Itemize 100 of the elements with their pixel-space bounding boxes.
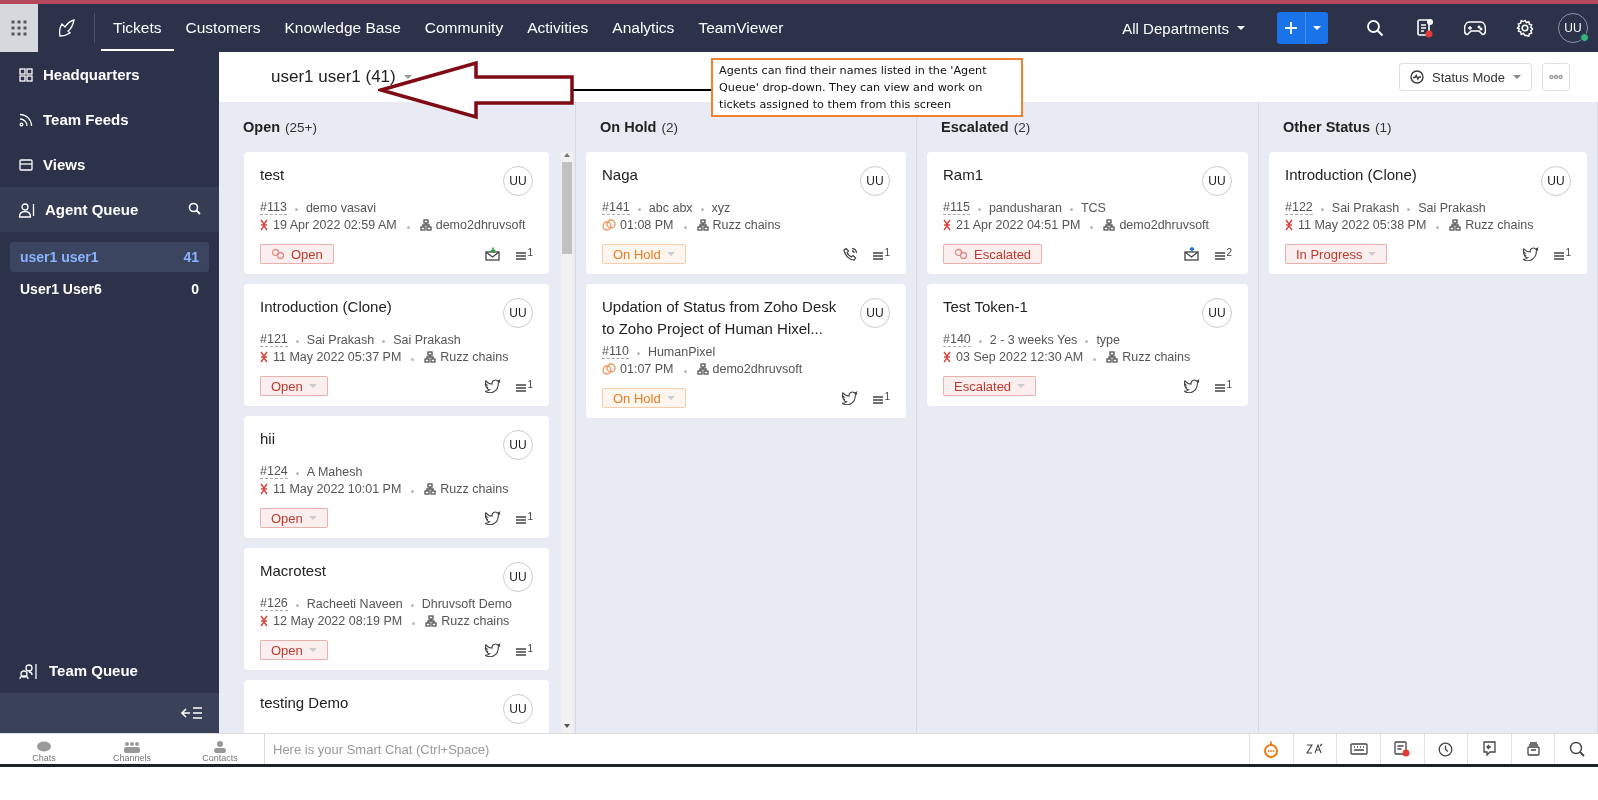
thread-count[interactable]: 1 — [872, 392, 890, 404]
status-dropdown[interactable]: In Progress — [1285, 244, 1388, 264]
hierarchy-icon — [1449, 219, 1462, 231]
ticket-number[interactable]: #121 — [260, 332, 288, 347]
hierarchy-icon — [1106, 351, 1119, 363]
person-icon — [213, 741, 227, 753]
thread-count[interactable]: 1 — [872, 248, 890, 260]
ticket-card[interactable]: hii UU #124 A Mahesh 11 May 2022 10:01 PM Ruzz chains Open 1 — [244, 416, 549, 538]
ticket-card[interactable]: Macrotest UU #126 Racheeti Naveen Dhruvsoft Demo 12 May 2022 08:19 PM Ruzz chains Open 1 — [244, 548, 549, 670]
ticket-meta: A Mahesh — [306, 464, 363, 479]
ticket-subject: Introduction (Clone) — [260, 297, 393, 317]
thread-count[interactable]: 1 — [515, 512, 533, 524]
thread-count[interactable]: 1 — [1214, 380, 1232, 392]
clipboard-alert-icon — [1416, 18, 1434, 38]
status-dropdown[interactable]: Escalated — [943, 376, 1037, 396]
archive-icon — [1525, 741, 1541, 757]
scrollbar[interactable] — [561, 152, 573, 733]
agent-item[interactable]: user1 user1 41 — [10, 242, 209, 272]
ticket-number[interactable]: #141 — [602, 200, 630, 215]
sidebar-item[interactable]: Agent Queue — [0, 187, 219, 232]
thread-count[interactable]: 2 — [1214, 248, 1232, 260]
ticket-meta: Sai Prakash — [1331, 200, 1400, 215]
caret-down-icon — [563, 723, 571, 729]
ticket-number[interactable]: #110 — [602, 344, 629, 359]
add-split-button[interactable] — [1277, 12, 1328, 44]
ticket-number[interactable]: #115 — [943, 200, 970, 215]
hierarchy-icon — [419, 219, 432, 231]
ticket-number[interactable]: #126 — [260, 596, 288, 611]
nav-tab[interactable]: Customers — [173, 5, 273, 51]
nav-tab[interactable]: Activities — [515, 5, 601, 51]
column-count: (1) — [1375, 119, 1392, 135]
department-dropdown[interactable]: All Departments — [1116, 18, 1251, 38]
envelope-icon — [1184, 247, 1201, 261]
ticket-card[interactable]: Updation of Status from Zoho Desk to Zoho Project of Human Hixel... UU #110 HumanPixel 01:07 PM demo2dhruvsoft On Hold 1 — [586, 284, 906, 418]
sidebar-item[interactable]: Team Queue — [0, 648, 219, 693]
ticket-subject: Test Token-1 — [943, 297, 1029, 317]
ticket-meta: demo vasavi — [305, 200, 377, 215]
nav-tab[interactable]: Analytics — [600, 5, 687, 51]
bird-icon — [485, 379, 502, 393]
nav-tab[interactable]: Knowledge Base — [272, 5, 413, 51]
agent-item[interactable]: User1 User6 0 — [10, 274, 209, 304]
link-icon — [271, 248, 285, 260]
collapse-button[interactable] — [181, 706, 203, 720]
ticket-subject: Ram1 — [943, 165, 984, 185]
ticket-meta: TCS — [1080, 200, 1106, 215]
hierarchy-icon — [424, 351, 437, 363]
ticket-meta: Sai Prakash — [1418, 200, 1486, 215]
ticket-subject: hii — [260, 429, 276, 449]
column-title: Other Status — [1283, 119, 1370, 135]
column-count: (2) — [1013, 119, 1031, 135]
chat-tab[interactable]: Channels — [88, 734, 176, 764]
ticket-time: 11 May 2022 05:38 PM — [1298, 218, 1427, 232]
scrollbar-thumb[interactable] — [562, 162, 572, 254]
thread-count[interactable]: 1 — [1553, 248, 1571, 260]
robot-icon — [1263, 740, 1280, 758]
ticket-subject: testing Demo — [260, 693, 350, 713]
caret-up-icon — [563, 152, 571, 158]
chat-tab[interactable]: Chats — [0, 734, 88, 764]
hierarchy-icon — [696, 219, 709, 231]
ticket-card[interactable]: test UU #113 demo vasavi 19 Apr 2022 02:59 AM demo2dhruvsoft Open 1 — [244, 152, 549, 274]
ticket-department: Ruzz chains — [440, 350, 509, 364]
ticket-number[interactable]: #140 — [943, 332, 971, 347]
ticket-number[interactable]: #113 — [260, 200, 287, 215]
ticket-time: 19 Apr 2022 02:59 AM — [273, 218, 397, 232]
hierarchy-icon — [425, 615, 438, 627]
ticket-meta: abc abx — [648, 200, 693, 215]
link-icon — [954, 248, 968, 260]
status-dropdown[interactable]: Open — [260, 376, 328, 396]
thread-count[interactable]: 1 — [515, 644, 533, 656]
bird-icon — [842, 391, 859, 405]
ticket-number[interactable]: #122 — [1285, 200, 1313, 215]
status-mode-button[interactable]: Status Mode — [1399, 63, 1532, 91]
ticket-department: demo2dhruvsoft — [712, 362, 803, 376]
gamepad-icon — [1464, 20, 1486, 36]
ticket-card[interactable]: Test Token-1 UU #140 2 - 3 weeks Yes type 03 Sep 2022 12:30 AM Ruzz chains Escalated 1 — [927, 284, 1248, 406]
more-button[interactable] — [1542, 63, 1570, 91]
status-dropdown[interactable]: Escalated — [943, 244, 1043, 264]
ticket-card[interactable]: testing Demo UU — [244, 680, 549, 733]
ticket-card[interactable]: Ram1 UU #115 pandusharan TCS 21 Apr 2022 04:51 PM demo2dhruvsoft Escalated 2 — [927, 152, 1248, 274]
ticket-department: demo2dhruvsoft — [1119, 218, 1210, 232]
sidebar-item[interactable]: Team Feeds — [0, 97, 219, 142]
ticket-department: Ruzz chains — [441, 614, 510, 628]
ticket-card[interactable]: Naga UU #141 abc abx xyz 01:08 PM Ruzz chains On Hold 1 — [586, 152, 906, 274]
status-dropdown[interactable]: Open — [260, 508, 328, 528]
nav-tab[interactable]: Community — [412, 5, 516, 51]
status-dropdown[interactable]: Open — [260, 640, 328, 660]
column-count: (25+) — [285, 119, 317, 135]
ticket-card[interactable]: Introduction (Clone) UU #121 Sai Prakash Sai Prakash 11 May 2022 05:37 PM Ruzz chains Open 1 — [244, 284, 549, 406]
column-count: (2) — [661, 119, 678, 135]
ticket-card[interactable]: Introduction (Clone) UU #122 Sai Prakash Sai Prakash 11 May 2022 05:38 PM Ruzz chains In Progress 1 — [1269, 152, 1587, 274]
thread-count[interactable]: 1 — [515, 248, 533, 260]
sidebar-item[interactable]: Headquarters — [0, 52, 219, 97]
chat-tab[interactable]: Contacts — [176, 734, 264, 764]
people-icon — [18, 661, 40, 680]
nav-tab[interactable]: TeamViewer — [686, 5, 796, 51]
sidebar-item[interactable]: Views — [0, 142, 219, 187]
status-dropdown[interactable]: Open — [260, 244, 334, 264]
thread-count[interactable]: 1 — [515, 380, 533, 392]
ticket-number[interactable]: #124 — [260, 464, 288, 479]
bird-icon — [1184, 379, 1201, 393]
